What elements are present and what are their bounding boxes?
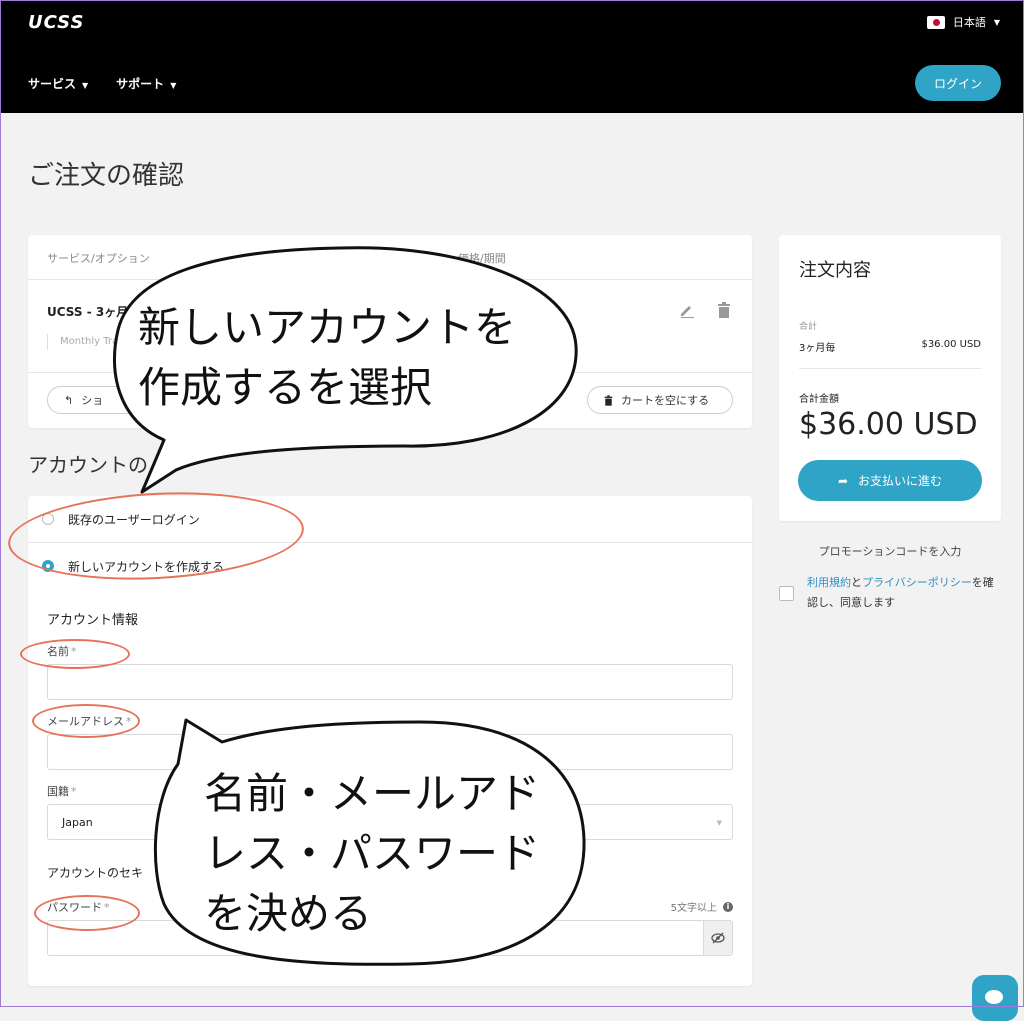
- password-label: パスワード *: [47, 901, 110, 914]
- radio-existing[interactable]: [42, 513, 54, 525]
- name-input[interactable]: [47, 664, 733, 700]
- chat-bubble-icon: [985, 990, 1003, 1004]
- privacy-link[interactable]: プライバシーポリシー: [862, 576, 972, 589]
- summary-title: 注文内容: [799, 260, 871, 281]
- email-input[interactable]: [47, 734, 733, 770]
- cart-header: サービス/オプション 価格/期間: [28, 235, 752, 280]
- info-icon: i: [723, 901, 733, 912]
- chevron-down-icon: ▼: [993, 17, 1000, 27]
- login-button[interactable]: ログイン: [915, 65, 1001, 101]
- cart-table: サービス/オプション 価格/期間 UCSS - 3ヶ月 Monthly Tra …: [28, 235, 752, 428]
- country-label: 国籍 *: [47, 785, 77, 798]
- cart-item-desc: Monthly Tra: [47, 334, 118, 350]
- checkout-button[interactable]: ➦ お支払いに進む: [798, 460, 982, 501]
- cart-divider: [28, 372, 752, 373]
- col-service: サービス/オプション: [47, 252, 150, 265]
- nav-support[interactable]: サポート ▼: [116, 75, 176, 92]
- name-label: 名前 *: [47, 645, 77, 658]
- radio-create-account[interactable]: [42, 560, 54, 572]
- site-logo[interactable]: UCSS: [28, 12, 84, 33]
- language-label: 日本語: [952, 16, 986, 29]
- email-label: メールアドレス *: [47, 715, 132, 728]
- page-title: ご注文の確認: [28, 161, 185, 191]
- eye-slash-icon[interactable]: [703, 921, 732, 955]
- account-section-title: アカウントの: [28, 453, 148, 477]
- chevron-down-icon: ▼: [716, 819, 722, 827]
- create-account-option[interactable]: 新しいアカウントを作成する: [28, 543, 752, 589]
- top-header: UCSS 日本語 ▼ サービス ▼ サポート ▼ ログイン: [0, 0, 1024, 113]
- pencil-icon[interactable]: [679, 302, 695, 318]
- chat-button[interactable]: [972, 975, 1018, 1021]
- continue-shopping-button[interactable]: ↰ ショ: [47, 386, 183, 414]
- chevron-down-icon: ▼: [82, 81, 89, 90]
- billing-cycle: 3ヶ月毎: [799, 343, 836, 354]
- password-hint: 5文字以上 i: [671, 899, 733, 914]
- empty-cart-button[interactable]: カートを空にする: [587, 386, 733, 414]
- existing-login-option[interactable]: 既存のユーザーログイン: [28, 496, 752, 543]
- subtotal-label: 合計: [799, 322, 818, 332]
- total-amount: $36.00 USD: [799, 407, 978, 442]
- chevron-down-icon: ▼: [170, 81, 177, 90]
- col-price: 価格/期間: [458, 252, 506, 265]
- terms-link[interactable]: 利用規約: [807, 576, 851, 589]
- language-selector[interactable]: 日本語 ▼: [926, 14, 1000, 30]
- total-label: 合計金額: [799, 394, 839, 405]
- cycle-amount: $36.00 USD: [921, 339, 981, 350]
- account-info-title: アカウント情報: [47, 613, 139, 628]
- password-input[interactable]: [47, 920, 733, 956]
- trash-icon[interactable]: [717, 302, 731, 318]
- cart-item-name: UCSS - 3ヶ月: [47, 305, 129, 319]
- country-select[interactable]: Japan ▼: [47, 804, 733, 840]
- promo-code-link[interactable]: プロモーションコードを入力: [779, 543, 1001, 559]
- order-summary: 注文内容 合計 3ヶ月毎 $36.00 USD 合計金額 $36.00 USD …: [779, 235, 1001, 521]
- nav-services[interactable]: サービス ▼: [28, 75, 88, 92]
- account-form: 既存のユーザーログイン 新しいアカウントを作成する アカウント情報 名前 * メー…: [28, 496, 752, 986]
- terms-checkbox[interactable]: [779, 586, 794, 601]
- trash-icon: [604, 394, 613, 406]
- main-nav: サービス ▼ サポート ▼: [28, 75, 176, 92]
- security-title: アカウントのセキ: [47, 866, 144, 880]
- japan-flag-icon: [926, 15, 945, 29]
- terms-agreement: 利用規約とプライバシーポリシーを確認し、同意します: [779, 573, 1004, 613]
- share-arrow-icon: ➦: [837, 473, 849, 488]
- reply-arrow-icon: ↰: [64, 393, 74, 407]
- summary-divider: [799, 368, 981, 369]
